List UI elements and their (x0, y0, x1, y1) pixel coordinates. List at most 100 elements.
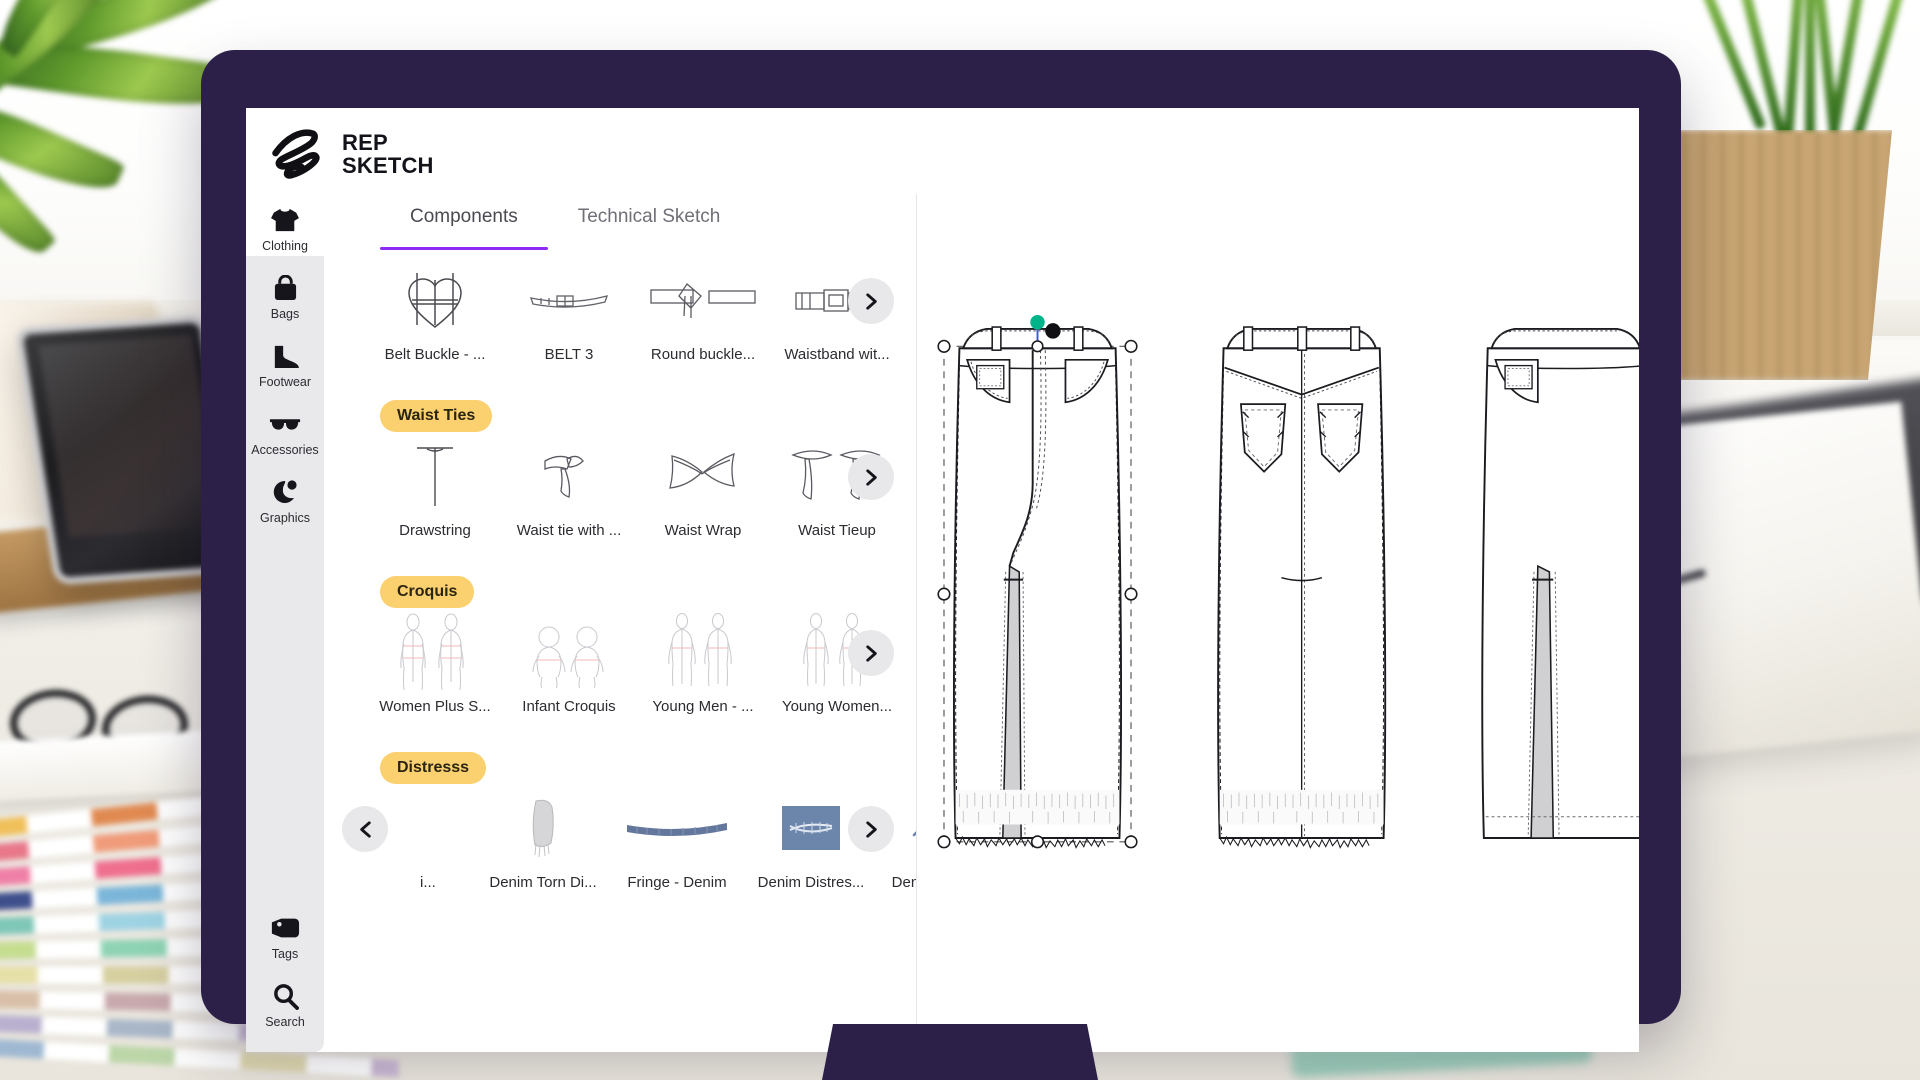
component-card[interactable]: Young Men - ... (636, 612, 770, 715)
group-chip-croquis: Croquis (380, 576, 475, 608)
component-caption: Women Plus S... (379, 698, 491, 715)
graphics-icon (246, 477, 324, 507)
search-icon (246, 981, 324, 1011)
sidebar-item-bags[interactable]: Bags (246, 262, 324, 330)
component-caption: Denim Distres... (891, 874, 916, 891)
component-card[interactable]: Mer (904, 612, 916, 715)
component-groups: Belt Buckle - ... BELT 3 Round buckle...… (324, 250, 916, 1052)
monitor-frame: REP SKETCH Clothing Bags Footwear Access… (201, 50, 1681, 1052)
sidebar-item-accessories[interactable]: Accessories (246, 398, 324, 466)
skirt-technical-flat-svg (937, 314, 1639, 849)
tab-technical-sketch[interactable]: Technical Sketch (548, 200, 751, 250)
component-caption: Belt Buckle - ... (384, 346, 486, 363)
denim-torn-thumb (476, 788, 610, 868)
sidebar-label-search: Search (265, 1015, 305, 1029)
component-card[interactable]: Fringe - Denim (610, 788, 744, 891)
component-card[interactable]: Belt Buckle - ... (368, 260, 502, 363)
carousel-prev-button[interactable] (342, 806, 388, 852)
component-caption: Drawstring (399, 522, 471, 539)
component-caption: Waist Wrap (664, 522, 742, 539)
sidebar-item-footwear[interactable]: Footwear (246, 330, 324, 398)
handbag-icon (246, 273, 324, 303)
component-caption: i... (420, 874, 436, 891)
component-carousel: Drawstring Waist tie with ... Waist Wrap… (324, 436, 916, 560)
group-chip-distresss: Distresss (380, 752, 487, 784)
tag-icon (246, 913, 324, 943)
boot-icon (246, 341, 324, 371)
tshirt-icon (246, 205, 324, 235)
women-plus-size-croqui-thumb (368, 612, 502, 692)
sidebar-label-accessories: Accessories (251, 443, 319, 457)
component-card[interactable]: Infant Croquis (502, 612, 636, 715)
tab-components[interactable]: Components (380, 200, 548, 250)
men-croqui-partial-thumb (904, 612, 916, 692)
component-caption: Young Women... (781, 698, 893, 715)
sidebar-item-tags[interactable]: Tags (246, 902, 324, 970)
component-caption: Round buckle... (650, 346, 756, 363)
component-card[interactable]: Waist Wrap (636, 436, 770, 539)
component-card[interactable]: Women Plus S... (368, 612, 502, 715)
round-buckle-belt-thumb (636, 260, 770, 340)
brand-line1: REP (342, 130, 388, 156)
waist-tie-partial-thumb (904, 436, 916, 516)
brand-title: REP SKETCH (342, 130, 434, 178)
component-card[interactable]: Round buckle... (636, 260, 770, 363)
component-card[interactable]: Denim Torn Di... (476, 788, 610, 891)
sidebar-label-footwear: Footwear (258, 375, 312, 389)
sidebar-label-tags: Tags (271, 947, 299, 961)
component-carousel: Women Plus S... Infant Croquis Young Men… (324, 612, 916, 736)
infant-croqui-thumb (502, 612, 636, 692)
component-card[interactable]: i... (416, 788, 476, 891)
panel-tabs: Components Technical Sketch (324, 194, 916, 250)
component-group: Distresss i... Denim Torn Di... Fringe -… (324, 742, 916, 912)
component-card[interactable]: BELT 3 (502, 260, 636, 363)
carousel-next-button[interactable] (848, 454, 894, 500)
skirt-side-partial-view (1481, 328, 1639, 839)
skirt-front-view (937, 314, 1138, 849)
sidebar-item-search[interactable]: Search (246, 970, 324, 1038)
sidebar-item-clothing[interactable]: Clothing (246, 194, 324, 262)
component-caption: Denim Distres... (757, 874, 865, 891)
monitor-screen: REP SKETCH Clothing Bags Footwear Access… (246, 108, 1639, 1052)
component-caption: Be (904, 346, 916, 363)
component-caption: Infant Croquis (522, 698, 616, 715)
sidebar-item-graphics[interactable]: Graphics (246, 466, 324, 534)
skirt-back-view (1217, 326, 1387, 849)
component-caption: BELT 3 (544, 346, 594, 363)
component-caption: Fringe - Denim (627, 874, 727, 891)
components-panel: Components Technical Sketch Belt Buckle … (324, 194, 917, 1052)
component-card[interactable]: Drawstring (368, 436, 502, 539)
component-card[interactable]: Waist T (904, 436, 916, 539)
signature-scribble-icon (268, 128, 324, 182)
carousel-next-button[interactable] (848, 630, 894, 676)
sidebar-label-graphics: Graphics (259, 511, 311, 525)
category-rail: Clothing Bags Footwear Accessories Graph… (246, 194, 324, 1052)
component-caption: Waist tie with ... (516, 522, 622, 539)
component-caption: Waist Tieup (798, 522, 876, 539)
brand-line2: SKETCH (342, 153, 434, 178)
component-group: Waist Ties Drawstring Waist tie with ...… (324, 390, 916, 560)
repsketch-app: REP SKETCH Clothing Bags Footwear Access… (246, 108, 1639, 1052)
heart-belt-buckle-thumb (368, 260, 502, 340)
denim-fringe-thumb (610, 788, 744, 868)
technical-sketch-canvas[interactable] (917, 194, 1639, 1052)
carousel-next-button[interactable] (848, 278, 894, 324)
component-caption: Mer (904, 698, 916, 715)
component-carousel: i... Denim Torn Di... Fringe - Denim Den… (324, 788, 916, 912)
component-caption: Young Men - ... (652, 698, 754, 715)
component-card[interactable]: Waist tie with ... (502, 436, 636, 539)
glasses-icon (246, 409, 324, 439)
young-men-croqui-thumb (636, 612, 770, 692)
component-card[interactable]: Be (904, 260, 916, 363)
distress-partial-thumb (416, 788, 476, 868)
drawstring-thumb (368, 436, 502, 516)
component-caption: Waistband wit... (784, 346, 890, 363)
sidebar-label-bags: Bags (270, 307, 300, 321)
group-chip-waist-ties: Waist Ties (380, 400, 493, 432)
app-brand: REP SKETCH (246, 108, 1639, 194)
component-carousel: Belt Buckle - ... BELT 3 Round buckle...… (324, 260, 916, 384)
carousel-next-button[interactable] (848, 806, 894, 852)
belt-partial-thumb (904, 260, 916, 340)
component-caption: Denim Torn Di... (489, 874, 597, 891)
waist-wrap-bow-thumb (636, 436, 770, 516)
